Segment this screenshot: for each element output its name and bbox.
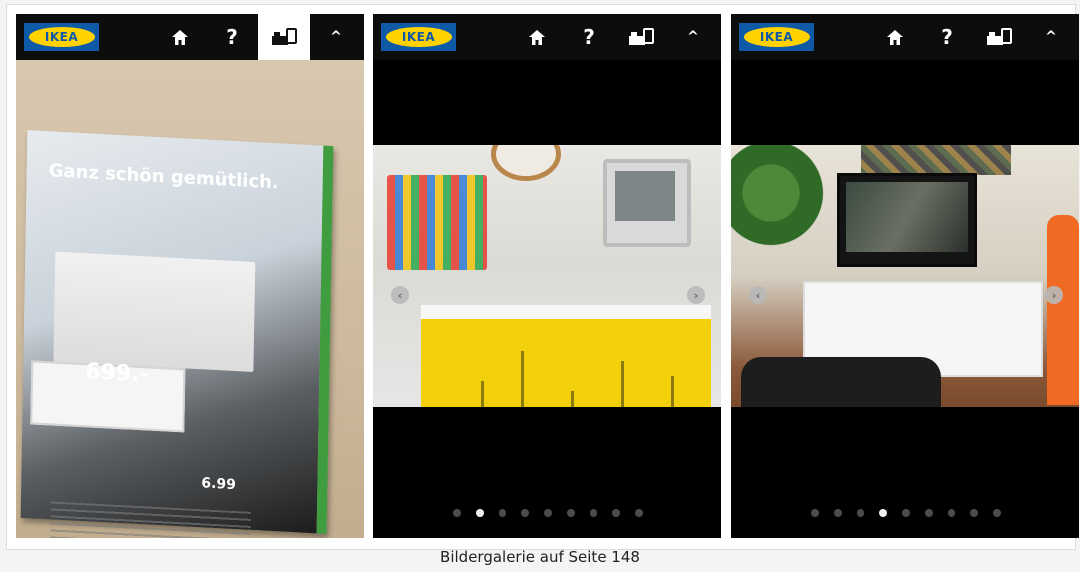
chevron-up-icon: ^ (330, 29, 342, 45)
app-screen-gallery-2: IKEA ? ^ ‹ › (731, 14, 1079, 538)
home-icon (172, 29, 188, 45)
home-icon (529, 29, 545, 45)
prev-image-button[interactable]: ‹ (391, 286, 409, 304)
home-button[interactable] (511, 14, 563, 60)
catalog-scan-icon (987, 28, 1012, 45)
gallery-image[interactable] (731, 145, 1079, 407)
gallery-image[interactable] (373, 145, 721, 407)
pagination-dot[interactable] (924, 509, 933, 517)
scan-button[interactable] (973, 14, 1025, 60)
prev-image-button[interactable]: ‹ (749, 286, 767, 304)
scan-button[interactable] (615, 14, 667, 60)
pagination-dot[interactable] (498, 509, 507, 517)
wallpaper-image (861, 145, 1011, 175)
next-image-button[interactable]: › (687, 286, 705, 304)
chevron-left-icon: ‹ (755, 288, 761, 302)
app-screen-catalog-scan: IKEA ? ^ Ganz schön gemütlich. 699.- 6.9… (16, 14, 364, 538)
cabinet-slit (671, 376, 674, 407)
catalog-page-photo: Ganz schön gemütlich. 699.- 6.99 (20, 130, 334, 538)
app-toolbar: IKEA ? ^ (16, 14, 364, 60)
help-icon: ? (941, 25, 953, 49)
collapse-button[interactable]: ^ (1025, 14, 1077, 60)
catalog-scan-icon (629, 28, 654, 45)
ikea-logo[interactable]: IKEA (24, 23, 99, 51)
pagination-dot[interactable] (566, 509, 575, 517)
ikea-logo[interactable]: IKEA (381, 23, 456, 51)
logo-oval: IKEA (743, 27, 810, 47)
pagination-dot[interactable] (833, 509, 842, 517)
home-button[interactable] (154, 14, 206, 60)
tv-image (837, 173, 977, 267)
help-icon: ? (583, 25, 595, 49)
orange-lamp-image (1047, 215, 1079, 405)
cabinet-slit (621, 361, 624, 407)
collapse-button[interactable]: ^ (310, 14, 362, 60)
app-toolbar: IKEA ? ^ (373, 14, 721, 60)
scan-button[interactable] (258, 14, 310, 60)
collapse-button[interactable]: ^ (667, 14, 719, 60)
pagination-dot[interactable] (589, 509, 598, 517)
help-button[interactable]: ? (206, 14, 258, 60)
toys-image (387, 175, 487, 270)
pagination-dot[interactable] (879, 509, 888, 517)
logo-text: IKEA (759, 30, 794, 44)
chevron-up-icon: ^ (1045, 29, 1057, 45)
logo-oval: IKEA (28, 27, 95, 47)
catalog-headline: Ganz schön gemütlich. (48, 160, 279, 194)
tv-screen (846, 182, 968, 252)
cabinet-slit (481, 381, 484, 407)
pagination-dot[interactable] (810, 509, 819, 517)
logo-oval: IKEA (385, 27, 452, 47)
help-button[interactable]: ? (921, 14, 973, 60)
catalog-price-small: 6.99 (201, 475, 237, 494)
camera-view: Ganz schön gemütlich. 699.- 6.99 (16, 60, 364, 538)
yellow-cabinet-image (421, 305, 711, 407)
chevron-left-icon: ‹ (397, 288, 403, 302)
logo-text: IKEA (44, 30, 79, 44)
pagination-dot[interactable] (452, 509, 461, 517)
pagination-dot[interactable] (970, 509, 979, 517)
leather-sofa-image (741, 357, 941, 407)
gallery-pagination (810, 509, 1002, 519)
catalog-text-block (49, 501, 251, 538)
help-icon: ? (226, 25, 238, 49)
monitor-screen (615, 171, 675, 221)
next-image-button[interactable]: › (1045, 286, 1063, 304)
mirror-image (491, 145, 561, 181)
catalog-room-image (53, 251, 256, 373)
catalog-scan-icon (272, 28, 297, 45)
cabinet-slit (571, 391, 574, 407)
pagination-dot[interactable] (635, 509, 644, 517)
pagination-dot[interactable] (544, 509, 552, 517)
chevron-up-icon: ^ (687, 29, 699, 45)
pagination-dot[interactable] (947, 509, 956, 517)
chevron-right-icon: › (693, 288, 699, 302)
chevron-right-icon: › (1051, 288, 1057, 302)
monitor-image (603, 159, 691, 247)
pagination-dot[interactable] (521, 509, 530, 517)
pagination-dot[interactable] (856, 509, 865, 517)
app-screen-gallery-1: IKEA ? ^ ‹ › (373, 14, 721, 538)
figure-caption: Bildergalerie auf Seite 148 (440, 548, 640, 566)
app-toolbar: IKEA ? ^ (731, 14, 1079, 60)
logo-text: IKEA (401, 30, 436, 44)
pagination-dot[interactable] (993, 509, 1002, 517)
home-button[interactable] (869, 14, 921, 60)
pagination-dot[interactable] (475, 509, 484, 517)
plant-image (731, 145, 831, 265)
home-icon (887, 29, 903, 45)
cabinet-slit (521, 351, 524, 407)
pagination-dot[interactable] (612, 509, 621, 517)
pagination-dot[interactable] (902, 509, 910, 517)
ikea-logo[interactable]: IKEA (739, 23, 814, 51)
help-button[interactable]: ? (563, 14, 615, 60)
catalog-price-large: 699.- (85, 359, 149, 388)
gallery-pagination (452, 509, 644, 519)
